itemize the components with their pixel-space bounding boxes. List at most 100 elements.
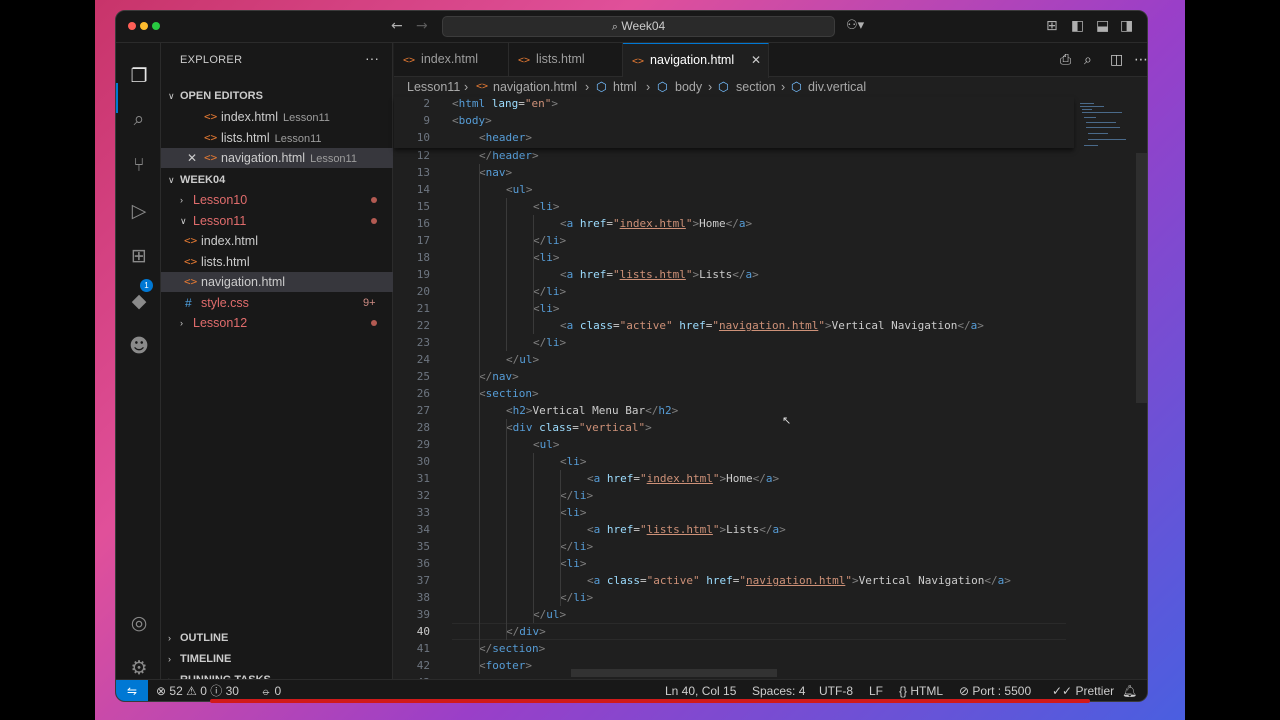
tree-folder-lesson10[interactable]: › Lesson10 (161, 190, 393, 210)
close-tab-icon[interactable]: ✕ (751, 44, 761, 77)
customize-layout-icon[interactable]: ⊞ (1046, 18, 1058, 34)
source-control-icon[interactable]: ⑂ (126, 152, 152, 178)
copilot-icon[interactable]: ⚇▾ (846, 18, 864, 33)
vertical-scrollbar[interactable] (1136, 153, 1147, 403)
line-content: <li> (533, 302, 560, 315)
tab-label: navigation.html (650, 53, 735, 67)
forward-arrow-icon[interactable]: → (416, 18, 428, 34)
open-editor-index[interactable]: <> index.html Lesson11 (161, 107, 393, 127)
outline-section[interactable]: › OUTLINE (161, 628, 393, 648)
code-line[interactable]: 31 <a href="index.html">Home</a> (394, 470, 1074, 487)
code-line[interactable]: 21 <li> (394, 300, 1074, 317)
tree-file-style-css[interactable]: # style.css 9+ (161, 293, 393, 313)
breadcrumb-item[interactable]: div.vertical (808, 77, 866, 97)
breadcrumb-item[interactable]: html (613, 77, 637, 97)
code-line[interactable]: 40 </div> (394, 623, 1074, 640)
code-line[interactable]: 2 <html lang="en"> (394, 95, 1074, 112)
code-line[interactable]: 38 </li> (394, 589, 1074, 606)
line-content: <a href="index.html">Home</a> (587, 472, 780, 485)
files-icon[interactable]: ❐ (126, 63, 152, 89)
code-line[interactable]: 10 <header> (394, 129, 1074, 146)
code-line[interactable]: 24 </ul> (394, 351, 1074, 368)
code-line[interactable]: 14 <ul> (394, 181, 1074, 198)
run-debug-icon[interactable]: ▷ (126, 198, 152, 224)
sticky-scroll[interactable]: 2 <html lang="en"> 9 <body> 10 <header> (394, 97, 1074, 148)
line-content: <li> (560, 557, 587, 570)
code-line[interactable]: 32 </li> (394, 487, 1074, 504)
code-line[interactable]: 15 <li> (394, 198, 1074, 215)
code-line[interactable]: 26 <section> (394, 385, 1074, 402)
code-editor[interactable]: 2 <html lang="en"> 9 <body> 10 <header> 12 </h… (394, 97, 1074, 689)
remote-icon[interactable]: ◆ (126, 288, 152, 314)
copilot-icon[interactable]: ☻ (126, 333, 152, 359)
code-line[interactable]: 17 </li> (394, 232, 1074, 249)
code-line[interactable]: 22 <a class="active" href="navigation.htm… (394, 317, 1074, 334)
editor-tabs: <> index.html <> lists.html <> navigation.h… (394, 43, 1147, 78)
line-number: 29 (416, 438, 430, 451)
html-file-icon: <> (204, 131, 218, 144)
open-editors-section[interactable]: ∨ OPEN EDITORS (161, 86, 393, 106)
workspace-section[interactable]: ∨ WEEK04 (161, 170, 393, 190)
split-editor-icon[interactable]: ◫ (1110, 52, 1123, 68)
account-icon[interactable]: ◎ (126, 610, 152, 636)
tree-file-index[interactable]: <> index.html (161, 231, 393, 251)
code-line[interactable]: 30 <li> (394, 453, 1074, 470)
notifications-bell-icon[interactable]: 🔔︎ (1122, 680, 1137, 701)
back-arrow-icon[interactable]: ← (391, 18, 403, 34)
tab-navigation-html[interactable]: <> navigation.html ✕ (623, 43, 769, 78)
code-line[interactable]: 9 <body> (394, 112, 1074, 129)
code-line[interactable]: 18 <li> (394, 249, 1074, 266)
tab-lists-html[interactable]: <> lists.html (509, 43, 623, 77)
line-number: 17 (416, 234, 430, 247)
extensions-icon[interactable]: ⊞ (126, 243, 152, 269)
minimap[interactable] (1074, 97, 1134, 679)
settings-gear-icon[interactable]: ⚙ (126, 655, 152, 681)
code-line[interactable]: 23 </li> (394, 334, 1074, 351)
code-line[interactable]: 13 <nav> (394, 164, 1074, 181)
open-preview-icon[interactable]: ⎙ (1060, 52, 1071, 68)
line-content: </li> (533, 285, 567, 298)
zoom-window-button[interactable] (152, 22, 160, 30)
code-line[interactable]: 16 <a href="index.html">Home</a> (394, 215, 1074, 232)
code-line[interactable]: 34 <a href="lists.html">Lists</a> (394, 521, 1074, 538)
tree-file-lists[interactable]: <> lists.html (161, 252, 393, 272)
open-editor-navigation[interactable]: ✕ <> navigation.html Lesson11 (161, 148, 393, 168)
line-content: <section> (479, 387, 539, 400)
code-line[interactable]: 33 <li> (394, 504, 1074, 521)
remote-indicator-icon[interactable]: ⇋ (116, 680, 148, 701)
code-line[interactable]: 12 </header> (394, 147, 1074, 164)
tree-folder-lesson12[interactable]: › Lesson12 (161, 313, 393, 333)
code-line[interactable]: 41 </section> (394, 640, 1074, 657)
toggle-primary-sidebar-icon[interactable]: ◧ (1071, 18, 1084, 34)
minimize-window-button[interactable] (140, 22, 148, 30)
tab-index-html[interactable]: <> index.html (394, 43, 509, 77)
search-icon[interactable]: ⌕ (126, 106, 152, 132)
code-line[interactable]: 36 <li> (394, 555, 1074, 572)
toggle-panel-icon[interactable]: ⬓ (1096, 18, 1109, 34)
find-icon[interactable]: ⌕ (1084, 52, 1092, 68)
close-editor-icon[interactable]: ✕ (187, 148, 197, 168)
code-line[interactable]: 29 <ul> (394, 436, 1074, 453)
code-line[interactable]: 35 </li> (394, 538, 1074, 555)
breadcrumb-item[interactable]: section (736, 77, 776, 97)
code-line[interactable]: 25 </nav> (394, 368, 1074, 385)
timeline-section[interactable]: › TIMELINE (161, 649, 393, 669)
code-line[interactable]: 27 <h2>Vertical Menu Bar</h2> (394, 402, 1074, 419)
close-window-button[interactable] (128, 22, 136, 30)
open-editor-lists[interactable]: <> lists.html Lesson11 (161, 128, 393, 148)
breadcrumb-item[interactable]: body (675, 77, 702, 97)
code-line[interactable]: 19 <a href="lists.html">Lists</a> (394, 266, 1074, 283)
breadcrumb-item[interactable]: Lesson11 (407, 77, 460, 97)
command-center-search[interactable]: ⌕ Week04 (442, 16, 835, 37)
more-actions-icon[interactable]: ··· (365, 50, 379, 66)
code-line[interactable]: 39 </ul> (394, 606, 1074, 623)
tree-file-navigation[interactable]: <> navigation.html (161, 272, 393, 292)
toggle-secondary-sidebar-icon[interactable]: ◨ (1120, 18, 1133, 34)
horizontal-scrollbar[interactable] (571, 669, 777, 677)
code-line[interactable]: 20 </li> (394, 283, 1074, 300)
breadcrumb-item[interactable]: navigation.html (493, 77, 577, 97)
code-line[interactable]: 28 <div class="vertical"> (394, 419, 1074, 436)
code-line[interactable]: 37 <a class="active" href="navigation.htm… (394, 572, 1074, 589)
more-actions-icon[interactable]: ⋯ (1134, 52, 1147, 68)
tree-folder-lesson11[interactable]: ∨ Lesson11 (161, 211, 393, 231)
